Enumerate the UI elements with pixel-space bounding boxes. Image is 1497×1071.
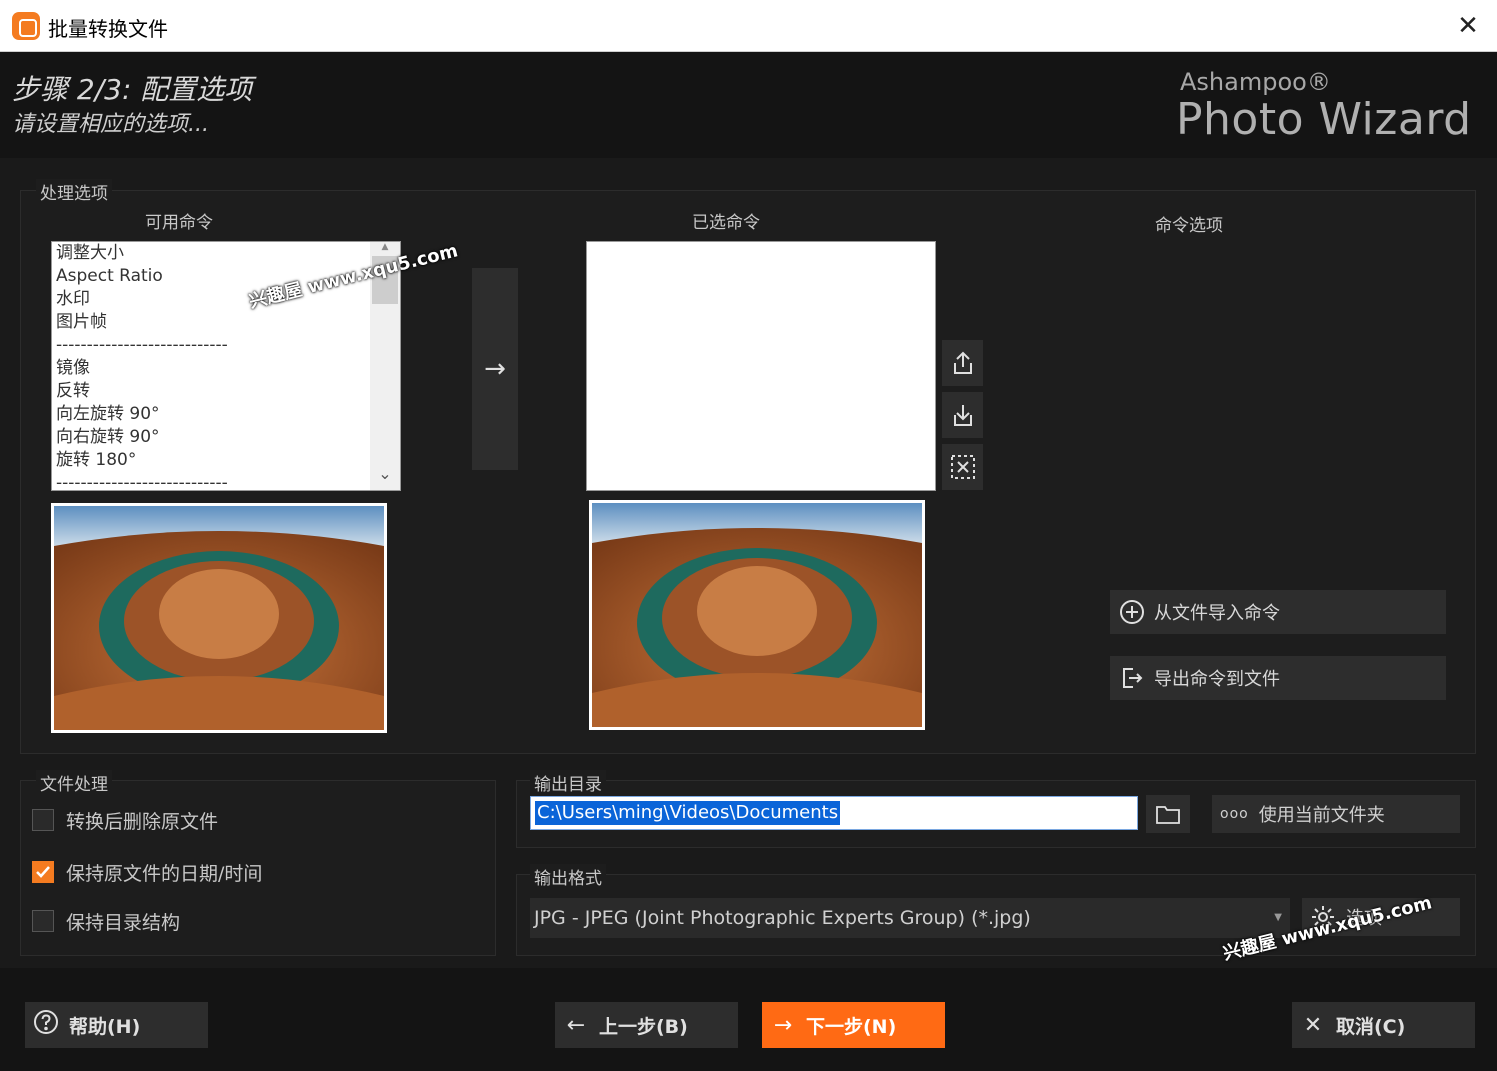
checkbox-unchecked[interactable] (32, 809, 54, 831)
list-item[interactable]: 反转 (52, 380, 400, 403)
cancel-button[interactable]: ✕ 取消(C) (1292, 1002, 1475, 1048)
window-title: 批量转换文件 (48, 17, 168, 41)
output-format-value: JPG - JPEG (Joint Photographic Experts G… (534, 907, 1031, 929)
result-preview-image (589, 500, 925, 730)
arrow-right-icon: → (484, 354, 506, 384)
arrow-left-icon: ← (566, 1012, 586, 1038)
scroll-down-icon[interactable]: ⌄ (370, 464, 400, 484)
move-up-button[interactable] (942, 340, 983, 386)
upload-icon (953, 351, 972, 374)
next-label: 下一步(N) (806, 1015, 897, 1038)
wizard-header: 步骤 2/3: 配置选项 请设置相应的选项... Ashampoo® Photo… (0, 52, 1497, 158)
available-commands-label: 可用命令 (145, 213, 213, 233)
list-item[interactable]: 水印 (52, 288, 400, 311)
step-title: 步骤 2/3: 配置选项 (12, 73, 253, 106)
help-button[interactable]: 帮助(H) (25, 1002, 208, 1048)
file-handling-label: 文件处理 (36, 770, 112, 795)
delete-original-checkbox[interactable]: 转换后删除原文件 (32, 806, 218, 834)
browse-folder-button[interactable] (1146, 795, 1190, 833)
step-subtitle: 请设置相应的选项... (12, 112, 209, 137)
output-path-value: C:\Users\ming\Videos\Documents (535, 801, 841, 825)
selected-commands-label: 已选命令 (692, 213, 760, 233)
keep-structure-label: 保持目录结构 (66, 911, 181, 934)
command-options-label: 命令选项 (1155, 216, 1223, 236)
app-icon (12, 12, 40, 40)
help-label: 帮助(H) (69, 1015, 141, 1038)
export-commands-label: 导出命令到文件 (1154, 669, 1280, 690)
list-item[interactable]: 向右旋转 90° (52, 426, 400, 449)
export-commands-button[interactable]: 导出命令到文件 (1110, 656, 1446, 700)
keep-date-checkbox[interactable]: 保持原文件的日期/时间 (32, 858, 262, 886)
plus-circle-icon (1118, 598, 1146, 626)
selected-commands-list[interactable] (586, 241, 936, 491)
processing-options-label: 处理选项 (36, 179, 112, 204)
title-bar: 批量转换文件 ✕ (0, 0, 1497, 52)
output-dir-label: 输出目录 (530, 770, 606, 795)
checkmark-icon[interactable] (32, 861, 54, 883)
more-dots-icon: ooo (1220, 806, 1249, 822)
clear-selection-icon (950, 455, 975, 479)
brand-name-small: Ashampoo® (1180, 68, 1331, 96)
import-commands-button[interactable]: 从文件导入命令 (1110, 590, 1446, 634)
wizard-footer (0, 968, 1497, 1071)
brand-name-big: Photo Wizard (1176, 94, 1472, 145)
list-item[interactable]: 图片帧 (52, 311, 400, 334)
output-format-select[interactable]: JPG - JPEG (Joint Photographic Experts G… (530, 898, 1290, 938)
download-icon (953, 405, 972, 426)
use-current-folder-button[interactable]: ooo 使用当前文件夹 (1212, 795, 1460, 833)
list-item[interactable]: 旋转 180° (52, 449, 400, 472)
delete-original-label: 转换后删除原文件 (66, 810, 219, 833)
use-current-folder-label: 使用当前文件夹 (1258, 805, 1385, 826)
export-icon (1118, 664, 1146, 692)
keep-date-label: 保持原文件的日期/时间 (66, 862, 263, 885)
close-icon[interactable]: ✕ (1450, 8, 1486, 44)
list-item[interactable]: 调整大小 (52, 242, 400, 265)
list-item[interactable]: ---------------------------- (52, 472, 400, 490)
add-command-button[interactable]: → (472, 268, 518, 470)
output-path-input[interactable]: C:\Users\ming\Videos\Documents (530, 796, 1138, 830)
back-label: 上一步(B) (599, 1015, 688, 1038)
arrow-right-icon: → (773, 1012, 793, 1038)
remove-command-button[interactable] (942, 444, 983, 490)
keep-structure-checkbox[interactable]: 保持目录结构 (32, 907, 180, 935)
import-commands-label: 从文件导入命令 (1154, 603, 1280, 624)
next-button[interactable]: → 下一步(N) (762, 1002, 945, 1048)
list-item[interactable]: 镜像 (52, 357, 400, 380)
back-button[interactable]: ← 上一步(B) (555, 1002, 738, 1048)
move-down-button[interactable] (942, 392, 983, 438)
list-item[interactable]: ---------------------------- (52, 334, 400, 357)
folder-icon (1156, 806, 1180, 824)
close-icon: ✕ (1303, 1012, 1323, 1038)
cancel-label: 取消(C) (1336, 1015, 1406, 1038)
help-circle-icon (33, 1009, 59, 1041)
checkbox-unchecked[interactable] (32, 910, 54, 932)
original-preview-image (51, 503, 387, 733)
output-format-label: 输出格式 (530, 864, 606, 889)
list-item[interactable]: 向左旋转 90° (52, 403, 400, 426)
